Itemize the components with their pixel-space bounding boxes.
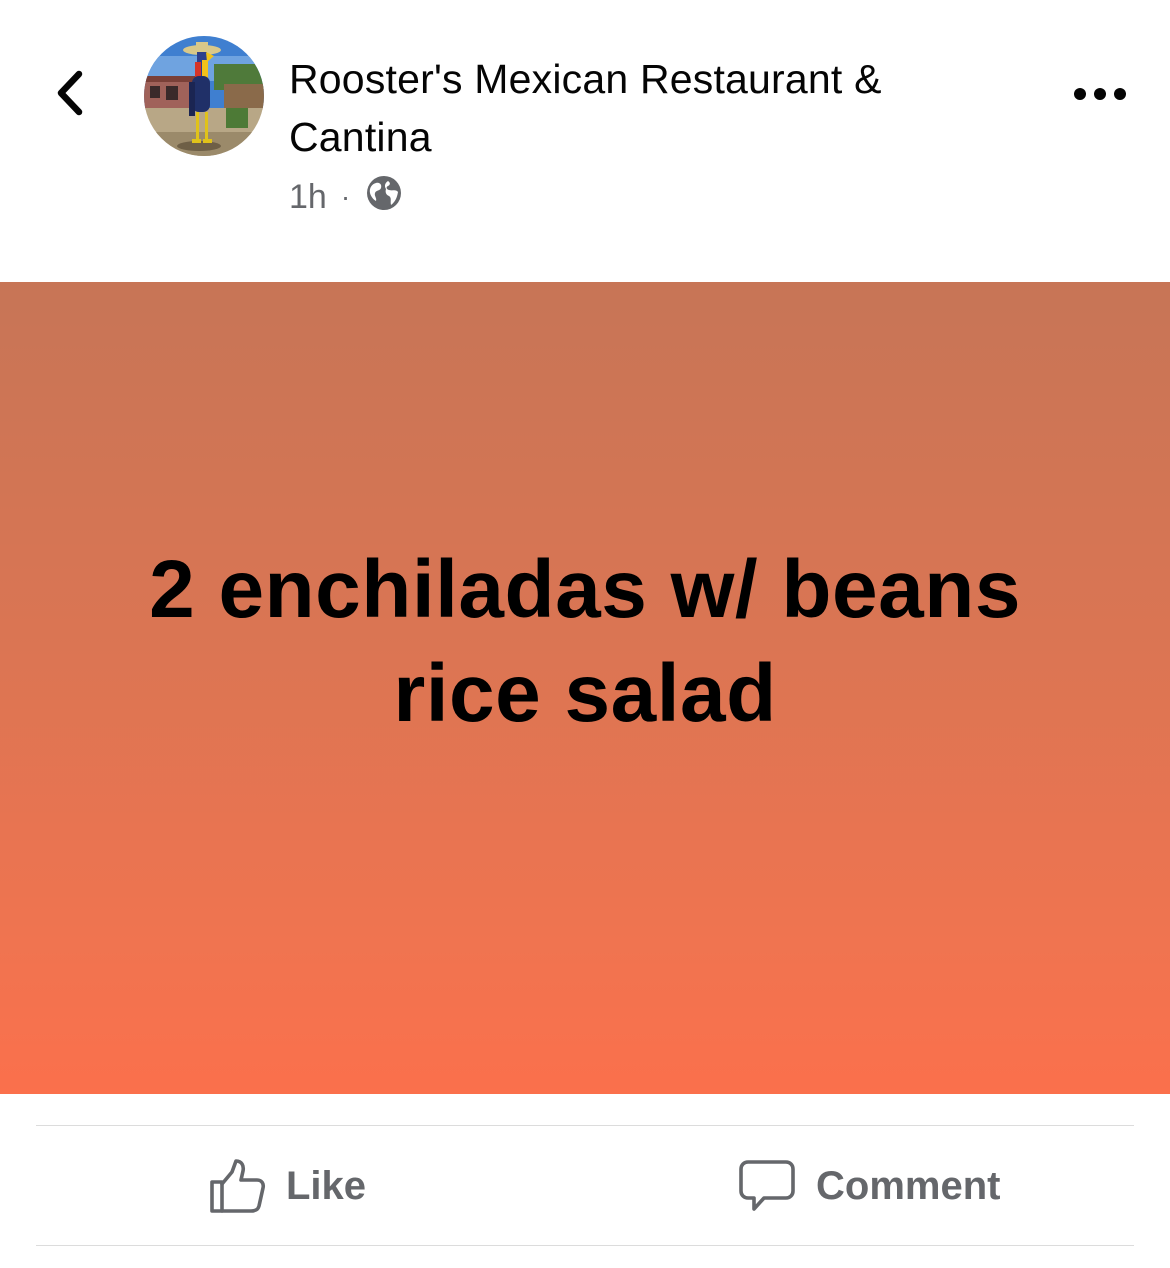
- post-meta: 1h ·: [289, 172, 404, 222]
- comment-button[interactable]: Comment: [738, 1153, 1000, 1219]
- chevron-left-icon: [53, 68, 87, 123]
- post-timestamp[interactable]: 1h: [289, 178, 327, 217]
- like-button[interactable]: Like: [208, 1153, 366, 1219]
- globe-icon[interactable]: [364, 173, 404, 222]
- more-horizontal-icon: [1073, 86, 1127, 107]
- like-label: Like: [286, 1163, 367, 1208]
- divider-top: [36, 1125, 1134, 1126]
- post-text-card: 2 enchiladas w/ beans rice salad: [0, 282, 1170, 1094]
- page-name[interactable]: Rooster's Mexican Restaurant & Cantina: [289, 50, 1029, 166]
- post-text: 2 enchiladas w/ beans rice salad: [149, 544, 1021, 739]
- meta-separator: ·: [340, 181, 351, 212]
- post-header: Rooster's Mexican Restaurant & Cantina 1…: [0, 0, 1170, 282]
- speech-bubble-icon: [738, 1158, 796, 1214]
- page-avatar[interactable]: [144, 36, 264, 156]
- back-button[interactable]: [40, 60, 100, 130]
- more-options-button[interactable]: [1060, 70, 1140, 122]
- thumbs-up-icon: [208, 1158, 266, 1214]
- action-bar: Like Comment: [0, 1127, 1170, 1245]
- comment-label: Comment: [816, 1163, 1001, 1208]
- divider-bottom: [36, 1245, 1134, 1246]
